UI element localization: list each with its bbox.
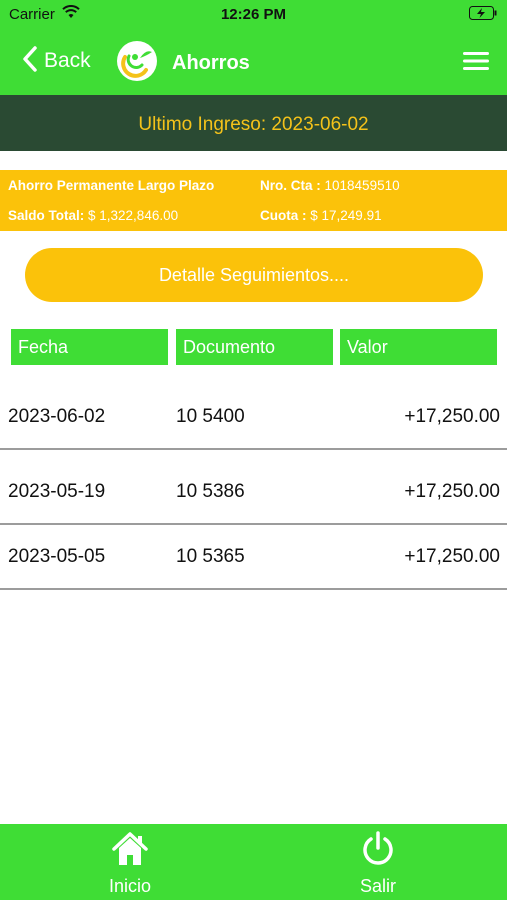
tab-inicio[interactable]: Inicio [65, 824, 195, 900]
row-fecha: 2023-05-19 [8, 481, 106, 502]
row-valor: +17,250.00 [404, 546, 500, 567]
home-icon [111, 830, 149, 868]
installment-value: $ 17,249.91 [310, 208, 382, 223]
battery-icon [469, 6, 497, 24]
account-number-label: Nro. Cta : [260, 178, 321, 193]
header-fecha: Fecha [11, 329, 168, 365]
installment: Cuota : $ 17,249.91 [260, 208, 382, 223]
header-valor: Valor [340, 329, 497, 365]
status-time: 12:26 PM [220, 6, 287, 23]
row-documento: 10 5400 [176, 406, 245, 427]
table-row[interactable]: 2023-06-02 10 5400 +17,250.00 [0, 384, 507, 450]
tab-salir-label: Salir [359, 876, 396, 896]
tab-salir[interactable]: Salir [313, 824, 443, 900]
total-balance-label: Saldo Total: [8, 208, 85, 223]
account-name: Ahorro Permanente Largo Plazo [8, 178, 215, 193]
row-documento: 10 5365 [176, 546, 245, 567]
last-deposit-banner: Ultimo Ingreso: 2023-06-02 [0, 95, 507, 151]
back-label: Back [44, 49, 91, 72]
row-fecha: 2023-06-02 [8, 406, 106, 427]
navigation-bar: Back Ahorros [0, 30, 507, 95]
account-number-value: 1018459510 [324, 178, 400, 193]
row-documento: 10 5386 [176, 481, 245, 502]
app-logo [116, 40, 158, 82]
back-button[interactable]: Back [22, 44, 91, 78]
row-valor: +17,250.00 [404, 406, 500, 427]
tab-inicio-label: Inicio [108, 876, 152, 896]
chevron-left-icon [22, 45, 38, 77]
page-title: Ahorros [172, 52, 250, 74]
hamburger-menu-icon[interactable] [463, 50, 489, 72]
installment-label: Cuota : [260, 208, 307, 223]
last-deposit-text: Ultimo Ingreso: 2023-06-02 [138, 113, 369, 135]
total-balance: Saldo Total: $ 1,322,846.00 [8, 208, 178, 223]
tab-bar: Inicio Salir [0, 824, 507, 900]
status-bar: Carrier 12:26 PM [0, 0, 507, 30]
power-icon [359, 830, 397, 868]
table-row[interactable]: 2023-05-05 10 5365 +17,250.00 [0, 524, 507, 590]
total-balance-value: $ 1,322,846.00 [88, 208, 179, 223]
detail-tracking-button[interactable]: Detalle Seguimientos.... [25, 248, 483, 302]
header-documento: Documento [176, 329, 333, 365]
account-info-panel: Ahorro Permanente Largo Plazo Nro. Cta :… [0, 170, 507, 231]
row-valor: +17,250.00 [404, 481, 500, 502]
table-row[interactable]: 2023-05-19 10 5386 +17,250.00 [0, 459, 507, 525]
row-fecha: 2023-05-05 [8, 546, 106, 567]
account-number: Nro. Cta : 1018459510 [260, 178, 400, 193]
detail-tracking-label: Detalle Seguimientos.... [158, 264, 350, 285]
